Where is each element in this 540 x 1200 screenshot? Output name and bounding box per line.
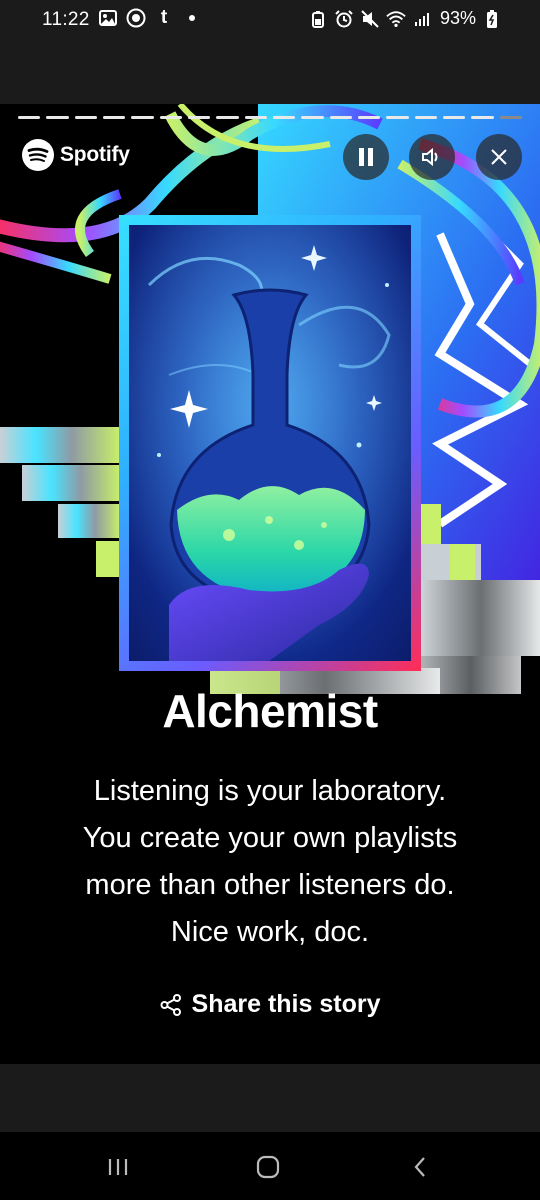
dot-icon	[182, 8, 202, 28]
potion-illustration	[129, 225, 411, 661]
progress-segment	[74, 116, 97, 119]
progress-segment	[216, 116, 239, 119]
story-description: Listening is your laboratory. You create…	[30, 768, 510, 956]
instagram-icon	[126, 8, 146, 28]
status-bar: 11:22 t 93%	[0, 0, 540, 104]
story-title: Alchemist	[162, 685, 378, 737]
share-icon	[160, 993, 181, 1016]
progress-segment	[131, 116, 154, 119]
brand-name: Spotify	[60, 143, 130, 166]
gallery-icon	[98, 8, 118, 28]
pause-button[interactable]	[343, 134, 389, 180]
story-progress	[18, 116, 522, 120]
progress-segment	[102, 116, 126, 119]
status-left-icons: t	[98, 7, 202, 28]
recents-icon	[108, 1159, 128, 1175]
wifi-icon	[386, 9, 406, 29]
back-button[interactable]	[405, 1152, 435, 1182]
progress-segment	[329, 116, 352, 119]
description-line: Listening is your laboratory.	[93, 775, 447, 807]
progress-segment	[46, 116, 69, 119]
progress-segment	[499, 116, 522, 119]
navigation-bar	[0, 1132, 540, 1200]
back-icon	[414, 1157, 425, 1177]
progress-segment	[357, 116, 381, 119]
mute-icon	[360, 9, 380, 29]
progress-segment	[471, 116, 494, 119]
progress-segment	[18, 116, 41, 119]
home-icon	[256, 1155, 280, 1179]
progress-segment	[301, 116, 324, 119]
alarm-battery-icon	[308, 9, 328, 29]
home-button[interactable]	[253, 1152, 283, 1182]
share-story-button[interactable]: Share this story	[0, 990, 540, 1019]
volume-button[interactable]	[409, 134, 455, 180]
recents-button[interactable]	[103, 1152, 133, 1182]
battery-percent: 93%	[439, 8, 476, 28]
description-line: Nice work, doc.	[170, 916, 370, 948]
bottom-bar	[0, 1064, 540, 1132]
progress-segment	[159, 116, 182, 119]
spotify-logo: Spotify	[22, 139, 130, 171]
share-label: Share this story	[191, 990, 381, 1018]
volume-icon	[422, 147, 438, 167]
status-time: 11:22	[42, 9, 90, 30]
progress-segment	[244, 116, 267, 119]
status-right-icons: 93%	[308, 8, 502, 29]
progress-segment	[442, 116, 466, 119]
signal-icon	[412, 9, 432, 29]
close-button[interactable]	[476, 134, 522, 180]
close-icon	[491, 149, 507, 165]
story-view[interactable]: Spotify Alchemist Listening is your labo…	[0, 104, 540, 1064]
alchemist-card	[119, 215, 421, 671]
spotify-icon	[22, 139, 54, 171]
description-line: You create your own playlists	[82, 822, 458, 854]
progress-segment	[386, 116, 409, 119]
progress-segment	[414, 116, 437, 119]
progress-segment	[272, 116, 296, 119]
progress-segment	[187, 116, 211, 119]
tumblr-icon: t	[160, 7, 168, 28]
alarm-icon	[334, 9, 354, 29]
description-line: more than other listeners do.	[85, 869, 455, 901]
battery-icon	[482, 9, 502, 29]
pause-icon	[359, 148, 373, 166]
